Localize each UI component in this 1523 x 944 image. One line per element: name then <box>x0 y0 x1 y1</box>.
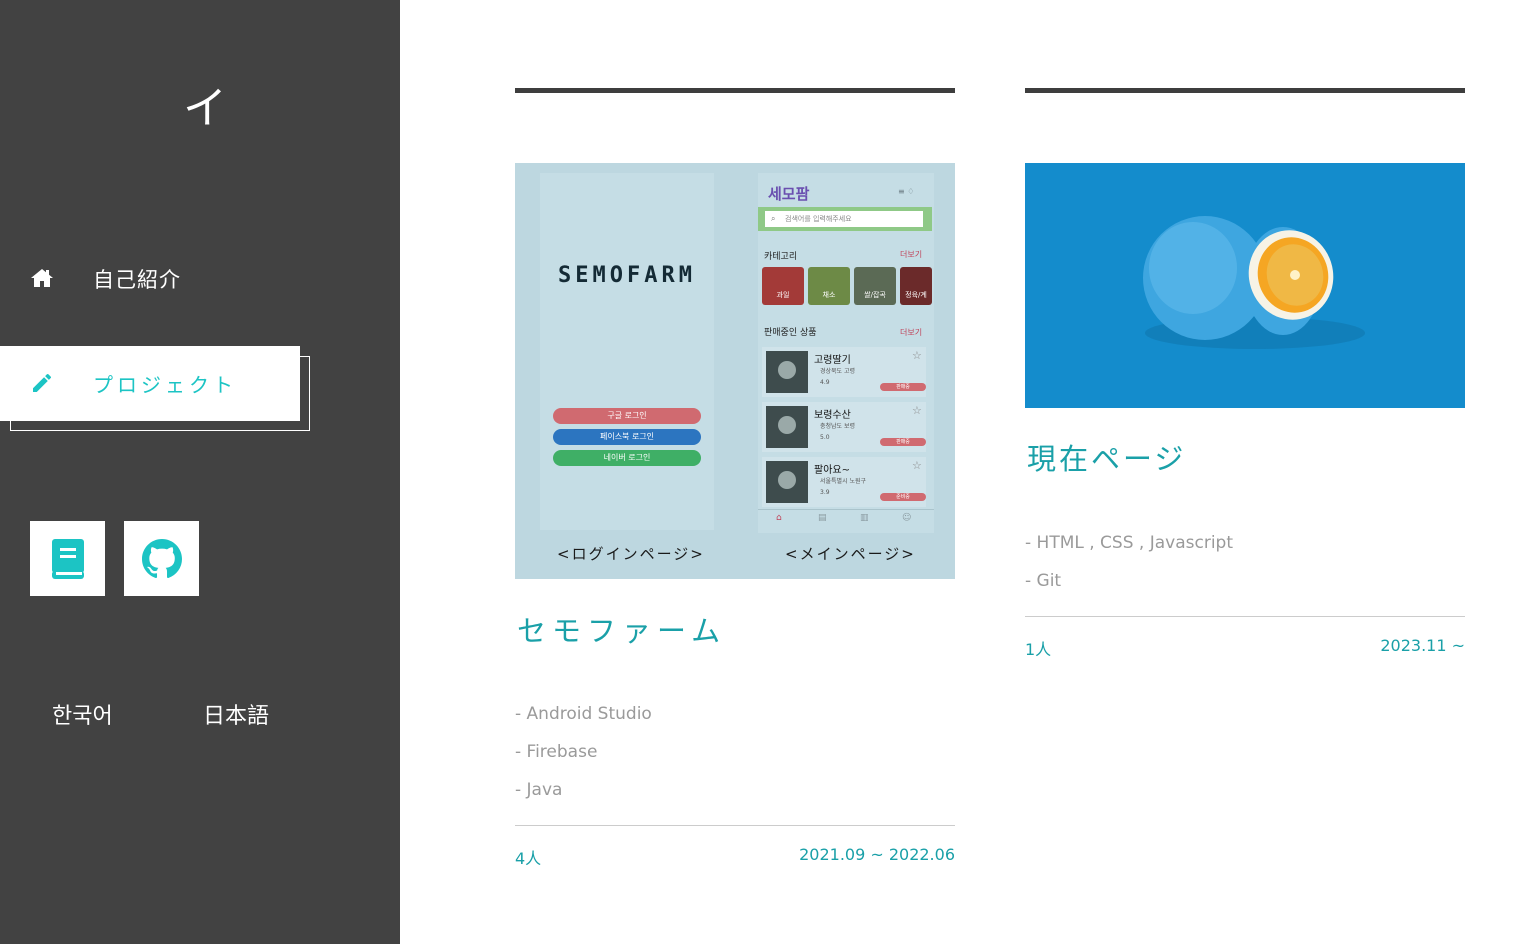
project-thumbnail[interactable]: SEMOFARM 구글 로그인 페이스북 로그인 네이버 로그인 세모팜 ≡ ♢… <box>515 163 955 579</box>
card-divider <box>1025 616 1465 617</box>
project-period: 2023.11 ~ <box>1380 636 1465 655</box>
member-count: 1人 <box>1025 640 1052 659</box>
product-name: 고령딸기 <box>814 355 851 366</box>
menu-bell-icon: ≡ ♢ <box>898 187 915 196</box>
products-more: 더보기 <box>900 328 923 337</box>
blog-link-button[interactable] <box>30 521 105 596</box>
project-card[interactable]: SEMOFARM 구글 로그인 페이스북 로그인 네이버 로그인 세모팜 ≡ ♢… <box>515 88 955 868</box>
site-logo[interactable]: イ <box>183 72 227 136</box>
product-image <box>766 461 808 503</box>
language-korean[interactable]: 한국어 <box>52 698 113 730</box>
tech-item: - Android Studio <box>515 704 652 724</box>
github-link-button[interactable] <box>124 521 199 596</box>
product-location: 서울특별시 노원구 <box>820 478 867 485</box>
github-icon <box>141 538 182 578</box>
main-page-mockup: 세모팜 ≡ ♢ ⌕ 검색어를 입력해주세요 카테고리 더보기 과일 채소 쌀/잡곡… <box>758 173 934 533</box>
language-japanese[interactable]: 日本語 <box>203 698 269 730</box>
product-location: 충청남도 보령 <box>820 423 856 430</box>
products-heading: 판매중인 상품 <box>764 328 817 338</box>
star-icon: ☆ <box>912 404 922 417</box>
product-rating: 3.9 <box>820 489 830 496</box>
tech-item: - Git <box>1025 571 1062 591</box>
brand-text: SEMOFARM <box>558 263 696 288</box>
category-heading: 카테고리 <box>764 252 798 262</box>
user-icon: ☺ <box>902 513 912 523</box>
project-meta: 4人 2021.09 ~ 2022.06 <box>515 845 955 869</box>
caption-main: <メインページ> <box>785 545 916 563</box>
product-item: 보령수산 충청남도 보령 5.0 ☆ 판매중 <box>762 402 926 452</box>
product-image <box>766 406 808 448</box>
app-logo: 세모팜 <box>768 185 810 203</box>
facebook-login-pill: 페이스북 로그인 <box>553 429 701 445</box>
nav-item-label: プロジェクト <box>93 373 237 397</box>
star-icon: ☆ <box>912 349 922 362</box>
project-title[interactable]: 現在ページ <box>1027 436 1186 478</box>
product-location: 경상북도 고령 <box>820 368 856 375</box>
tech-list: - Android Studio - Firebase - Java <box>515 702 652 816</box>
project-thumbnail[interactable] <box>1025 163 1465 408</box>
tech-item: - Firebase <box>515 742 598 762</box>
sidebar: イ 自己紹介 プロジェクト 한국어 日本語 <box>0 0 400 944</box>
product-item: 팔아요~ 서울특별시 노원구 3.9 ☆ 준비중 <box>762 457 926 507</box>
category-tile: 쌀/잡곡 <box>854 267 896 305</box>
nav-item-label: 自己紹介 <box>93 268 181 292</box>
card-top-bar <box>515 88 955 93</box>
chart-icon: ▥ <box>860 513 869 523</box>
product-name: 팔아요~ <box>814 465 850 476</box>
star-icon: ☆ <box>912 459 922 472</box>
tech-item: - HTML , CSS , Javascript <box>1025 533 1234 553</box>
orange-image <box>1025 163 1465 408</box>
product-name: 보령수산 <box>814 410 851 421</box>
google-login-pill: 구글 로그인 <box>553 408 701 424</box>
member-count: 4人 <box>515 849 542 868</box>
card-divider <box>515 825 955 826</box>
pencil-icon <box>33 373 51 392</box>
product-item: 고령딸기 경상북도 고령 4.9 ☆ 판매중 <box>762 347 926 397</box>
category-tile: 정육/계 <box>900 267 932 305</box>
tech-list: - HTML , CSS , Javascript - Git <box>1025 531 1233 607</box>
tech-item: - Java <box>515 780 563 800</box>
app-tab-bar: ⌂ ▤ ▥ ☺ <box>758 509 934 533</box>
search-bar: ⌕ 검색어를 입력해주세요 <box>758 207 932 231</box>
project-meta: 1人 2023.11 ~ <box>1025 636 1465 660</box>
book-icon <box>51 538 84 579</box>
product-badge: 판매중 <box>880 383 926 391</box>
document-icon: ▤ <box>818 513 827 523</box>
category-more: 더보기 <box>900 250 923 259</box>
search-placeholder: 검색어를 입력해주세요 <box>785 215 852 223</box>
category-tile: 채소 <box>808 267 850 305</box>
login-page-mockup: SEMOFARM 구글 로그인 페이스북 로그인 네이버 로그인 <box>540 173 714 530</box>
home-icon <box>31 269 53 287</box>
product-rating: 4.9 <box>820 379 830 386</box>
home-icon: ⌂ <box>776 513 782 523</box>
project-card[interactable]: 現在ページ - HTML , CSS , Javascript - Git 1人… <box>1025 88 1465 659</box>
product-badge: 판매중 <box>880 438 926 446</box>
card-top-bar <box>1025 88 1465 93</box>
nav-item-projects[interactable]: プロジェクト <box>0 346 300 421</box>
naver-login-pill: 네이버 로그인 <box>553 450 701 466</box>
product-rating: 5.0 <box>820 434 830 441</box>
nav-item-introduction[interactable]: 自己紹介 <box>0 258 300 298</box>
category-tile: 과일 <box>762 267 804 305</box>
product-badge: 준비중 <box>880 493 926 501</box>
project-title[interactable]: セモファーム <box>517 608 726 650</box>
project-period: 2021.09 ~ 2022.06 <box>799 845 955 864</box>
caption-login: <ログインページ> <box>557 545 705 563</box>
product-image <box>766 351 808 393</box>
search-icon: ⌕ <box>771 214 776 223</box>
